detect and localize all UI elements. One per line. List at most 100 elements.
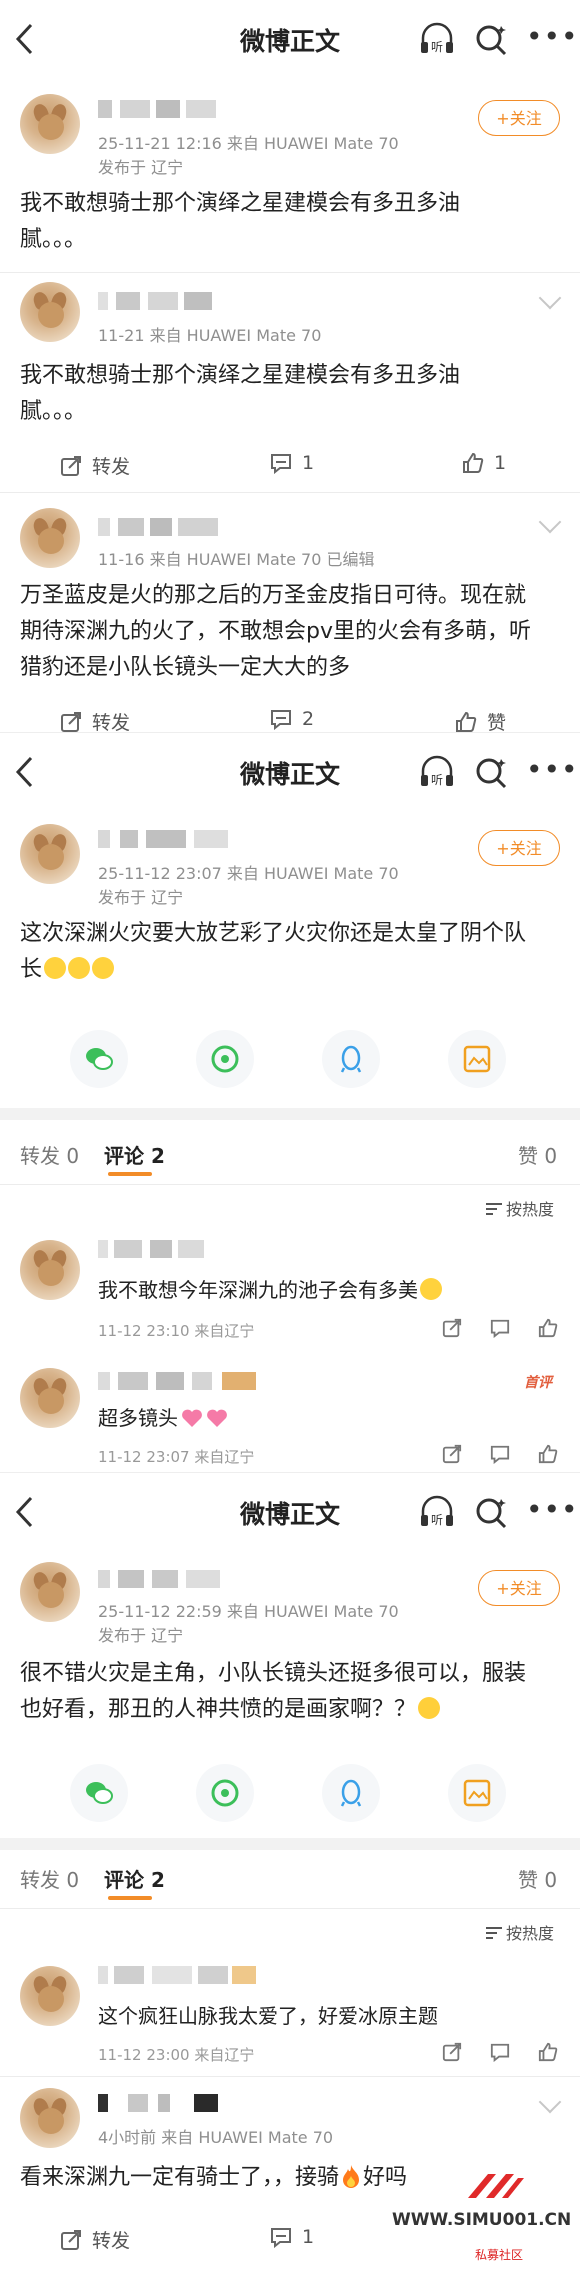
like-action[interactable]: 1: [462, 452, 506, 474]
username-blurred[interactable]: [98, 518, 238, 538]
tab-like[interactable]: 赞 0: [518, 1140, 557, 1169]
post-text: 很不错火灾是主角，小队长镜头还挺多很可以，服装 也好看，那丑的人神共愤的是画家啊…: [20, 1661, 527, 1722]
listen-label: 听: [431, 40, 443, 54]
avatar[interactable]: [20, 1966, 80, 2026]
repost-icon: [61, 711, 81, 732]
avatar[interactable]: [20, 824, 80, 884]
username-blurred[interactable]: [98, 830, 238, 850]
repost-action[interactable]: 转发: [60, 452, 130, 479]
divider: [0, 492, 580, 493]
repost-icon: [61, 455, 81, 476]
share-moments-button[interactable]: [196, 1030, 254, 1088]
post-location: 发布于 辽宁: [98, 888, 184, 907]
comment-icon: [271, 2228, 291, 2248]
post-location: 发布于 辽宁: [98, 1626, 184, 1645]
username-blurred[interactable]: [98, 1372, 258, 1392]
more-options-icon[interactable]: •••: [526, 1493, 579, 1526]
fire-icon: [343, 2165, 360, 2188]
username-blurred[interactable]: [98, 1240, 208, 1260]
comment-icon[interactable]: [490, 1318, 510, 1338]
username-blurred[interactable]: [98, 1966, 258, 1986]
moments-icon: [211, 1045, 239, 1073]
avatar[interactable]: [20, 1368, 80, 1428]
chevron-down-icon[interactable]: [538, 2090, 562, 2114]
repost-action[interactable]: 转发: [60, 708, 130, 735]
repost-action[interactable]: 转发: [60, 2226, 130, 2253]
save-image-button[interactable]: [448, 1764, 506, 1822]
listen-button[interactable]: 听: [418, 22, 456, 56]
thumbs-up-icon: [456, 711, 477, 732]
username-blurred[interactable]: [98, 1570, 228, 1590]
comment-actions: [442, 1444, 558, 1464]
watermark-logo-icon: [468, 2174, 524, 2198]
chevron-down-icon[interactable]: [538, 510, 562, 534]
avatar[interactable]: [20, 1240, 80, 1300]
share-wechat-button[interactable]: [70, 1764, 128, 1822]
comment-actions: [442, 2042, 558, 2062]
divider: [0, 2076, 580, 2077]
comment-meta: 11-12 23:10 来自辽宁: [98, 1322, 255, 1340]
thumbs-up-icon[interactable]: [538, 2042, 558, 2062]
username-blurred[interactable]: [98, 292, 228, 312]
username-blurred[interactable]: [98, 100, 228, 120]
chevron-down-icon[interactable]: [538, 286, 562, 310]
image-download-icon: [463, 1779, 491, 1807]
repost-meta: 11-21 来自 HUAWEI Mate 70: [98, 326, 322, 345]
grin-emoji-icon: [68, 957, 91, 979]
divider: [0, 272, 580, 273]
avatar[interactable]: [20, 1562, 80, 1622]
repost-icon[interactable]: [442, 1318, 462, 1338]
section-gap: [0, 1108, 580, 1120]
image-download-icon: [463, 1045, 491, 1073]
comment-icon[interactable]: [490, 2042, 510, 2062]
sort-by-hot[interactable]: 按热度: [486, 1920, 554, 1944]
thumbs-up-icon[interactable]: [538, 1444, 558, 1464]
sort-by-hot[interactable]: 按热度: [486, 1196, 554, 1220]
tab-comment[interactable]: 评论 2: [104, 1864, 165, 1893]
thumbs-up-icon[interactable]: [538, 1318, 558, 1338]
share-qq-button[interactable]: [322, 1030, 380, 1088]
follow-button[interactable]: +关注: [478, 100, 560, 136]
save-image-button[interactable]: [448, 1030, 506, 1088]
search-icon[interactable]: [474, 1495, 510, 1531]
avatar[interactable]: [20, 282, 80, 342]
listen-button[interactable]: 听: [418, 1495, 456, 1529]
repost-text: 万圣蓝皮是火的那之后的万圣金皮指日可待。现在就 期待深渊九的火了，不敢想会pv里的…: [20, 583, 531, 680]
listen-button[interactable]: 听: [418, 755, 456, 789]
search-icon[interactable]: [474, 22, 510, 58]
avatar[interactable]: [20, 508, 80, 568]
share-moments-button[interactable]: [196, 1764, 254, 1822]
like-action[interactable]: 赞: [455, 708, 506, 735]
wechat-icon: [86, 1782, 113, 1804]
comment-meta: 11-12 23:07 来自辽宁: [98, 1448, 255, 1466]
tab-repost[interactable]: 转发 0: [20, 1140, 79, 1169]
sort-icon: [486, 1927, 502, 1939]
share-wechat-button[interactable]: [70, 1030, 128, 1088]
avatar[interactable]: [20, 2088, 80, 2148]
grin-emoji-icon: [44, 957, 67, 979]
repost-icon[interactable]: [442, 2042, 462, 2062]
grin-emoji-icon: [420, 1278, 442, 1300]
comment-action[interactable]: 2: [270, 708, 314, 730]
follow-button[interactable]: +关注: [478, 1570, 560, 1606]
more-options-icon[interactable]: •••: [526, 20, 579, 53]
share-qq-button[interactable]: [322, 1764, 380, 1822]
search-icon[interactable]: [474, 755, 510, 791]
post-meta: 25-11-12 22:59 来自 HUAWEI Mate 70: [98, 1602, 399, 1621]
post-location: 发布于 辽宁: [98, 158, 184, 177]
more-options-icon[interactable]: •••: [526, 753, 579, 786]
top-nav-bar: 微博正文 听 •••: [0, 732, 580, 813]
heart-icon: [207, 1409, 227, 1427]
tab-like[interactable]: 赞 0: [518, 1864, 557, 1893]
tab-repost[interactable]: 转发 0: [20, 1864, 79, 1893]
comment-icon[interactable]: [490, 1444, 510, 1464]
comment-action[interactable]: 1: [270, 452, 314, 474]
tab-comment[interactable]: 评论 2: [104, 1140, 165, 1169]
follow-button[interactable]: +关注: [478, 830, 560, 866]
top-nav-bar: 微博正文 听 •••: [0, 1472, 580, 1553]
comment-action[interactable]: 1: [270, 2226, 314, 2248]
username-blurred[interactable]: [98, 2094, 228, 2114]
avatar[interactable]: [20, 94, 80, 154]
repost-icon[interactable]: [442, 1444, 462, 1464]
comment-icon: [271, 454, 291, 474]
